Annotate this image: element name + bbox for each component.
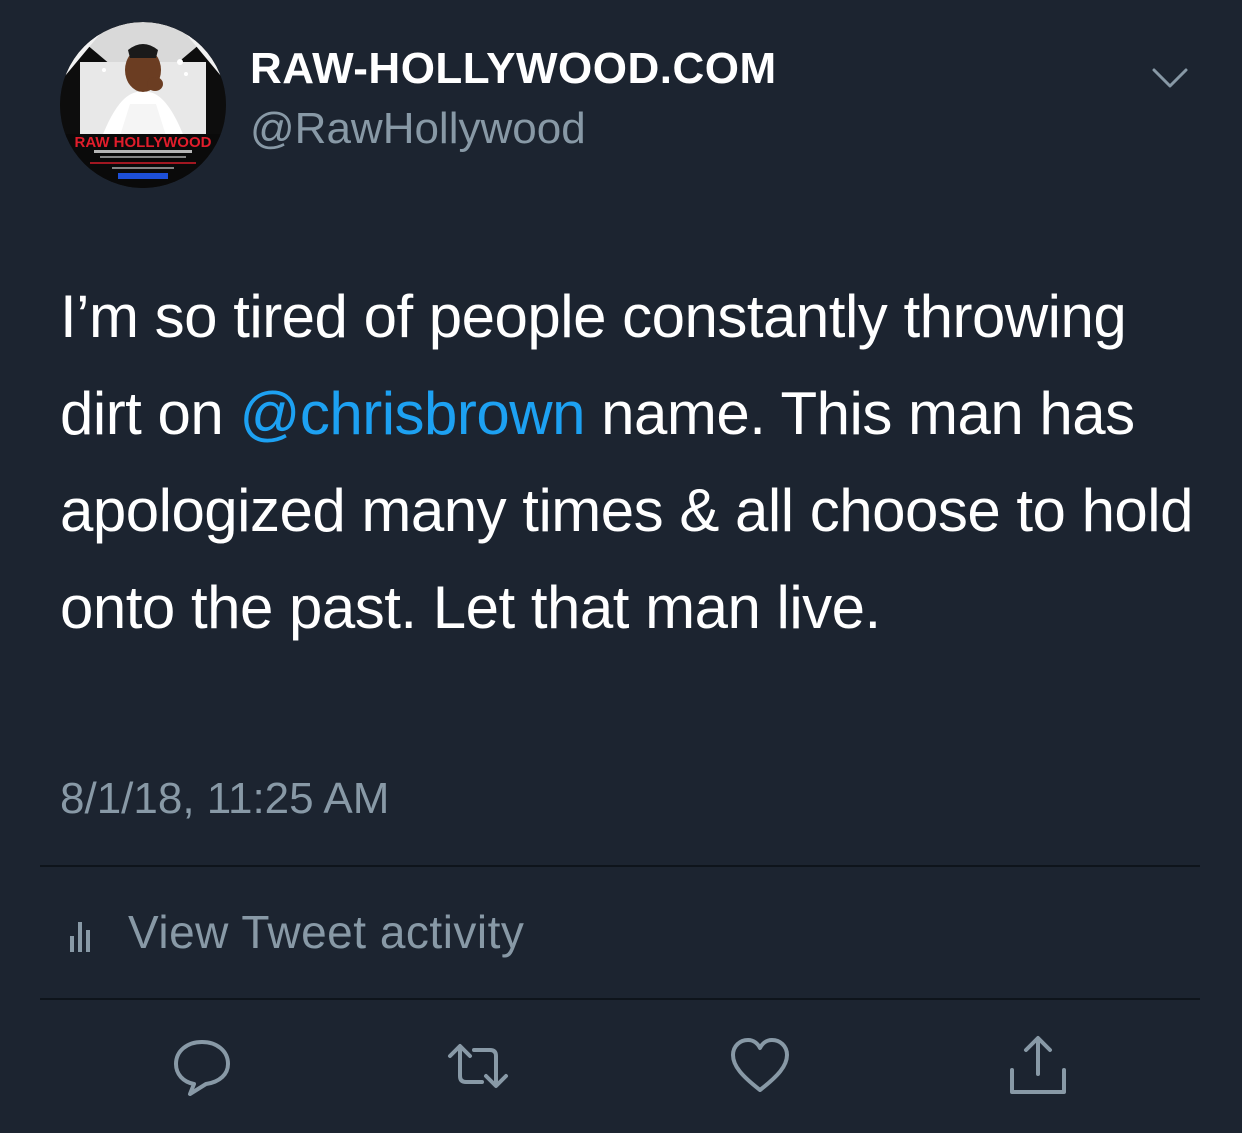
activity-label: View Tweet activity xyxy=(128,906,525,958)
retweet-arrows-icon xyxy=(448,1044,508,1088)
avatar-image: RAW HOLLYWOOD xyxy=(60,22,226,188)
view-tweet-activity-button[interactable]: View Tweet activity xyxy=(60,900,524,964)
tweet-menu-chevron-icon[interactable] xyxy=(1148,60,1192,96)
like-button[interactable] xyxy=(728,1034,792,1098)
author-handle[interactable]: @RawHollywood xyxy=(250,104,586,154)
tweet-text: I’m so tired of people constantly throwi… xyxy=(60,268,1200,656)
share-upload-icon xyxy=(1010,1036,1066,1094)
divider xyxy=(40,865,1200,867)
tweet-detail: RAW HOLLYWOOD RAW-HOLLYWOOD.COM @RawHoll… xyxy=(0,0,1242,1133)
reply-button[interactable] xyxy=(170,1034,234,1098)
avatar-logo-text: RAW HOLLYWOOD xyxy=(75,134,212,151)
retweet-button[interactable] xyxy=(446,1034,510,1098)
divider xyxy=(40,998,1200,1000)
heart-icon xyxy=(731,1038,789,1092)
mention-link[interactable]: @chrisbrown xyxy=(239,380,585,447)
author-display-name[interactable]: RAW-HOLLYWOOD.COM xyxy=(250,44,777,94)
share-button[interactable] xyxy=(1006,1034,1070,1098)
author-avatar[interactable]: RAW HOLLYWOOD xyxy=(60,22,226,188)
tweet-timestamp: 8/1/18, 11:25 AM xyxy=(60,774,390,823)
speech-bubble-icon xyxy=(174,1040,230,1096)
bar-chart-icon xyxy=(70,922,90,952)
